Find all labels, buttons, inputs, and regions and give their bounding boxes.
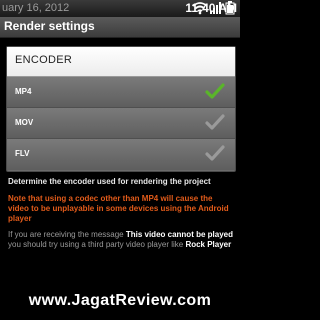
check-icon — [205, 83, 225, 99]
check-icon — [205, 114, 225, 130]
msg-bold-1: This video cannot be played — [125, 230, 233, 239]
msg-bold-2: Rock Player — [185, 240, 232, 249]
check-icon — [205, 145, 225, 161]
codec-note: Note that using a codec other than MP4 w… — [8, 194, 229, 223]
option-label: MP4 — [15, 87, 32, 96]
status-date: uary 16, 2012 — [2, 2, 70, 14]
status-time: 11:40 AM — [185, 1, 237, 15]
option-mov[interactable]: MOV — [7, 108, 235, 139]
encoder-dialog: ENCODER MP4 MOV FLV — [6, 46, 236, 172]
page-title: Render settings — [4, 19, 95, 33]
player-message: If you are receiving the message This vi… — [8, 230, 234, 250]
title-bar: Render settings — [0, 17, 240, 38]
option-flv[interactable]: FLV — [7, 139, 235, 170]
status-bar: uary 16, 2012 11:40 AM — [0, 0, 240, 17]
encoder-header: ENCODER — [7, 47, 235, 77]
watermark: www.JagatReview.com — [28, 292, 212, 309]
option-label: FLV — [15, 149, 30, 158]
option-label: MOV — [15, 118, 34, 127]
encoder-title: ENCODER — [15, 54, 73, 66]
msg-text-1: If you are receiving the message — [8, 230, 126, 239]
msg-text-2: you should try using a third party video… — [8, 240, 186, 249]
encoder-description: Determine the encoder used for rendering… — [8, 177, 211, 186]
option-mp4[interactable]: MP4 — [7, 77, 235, 108]
